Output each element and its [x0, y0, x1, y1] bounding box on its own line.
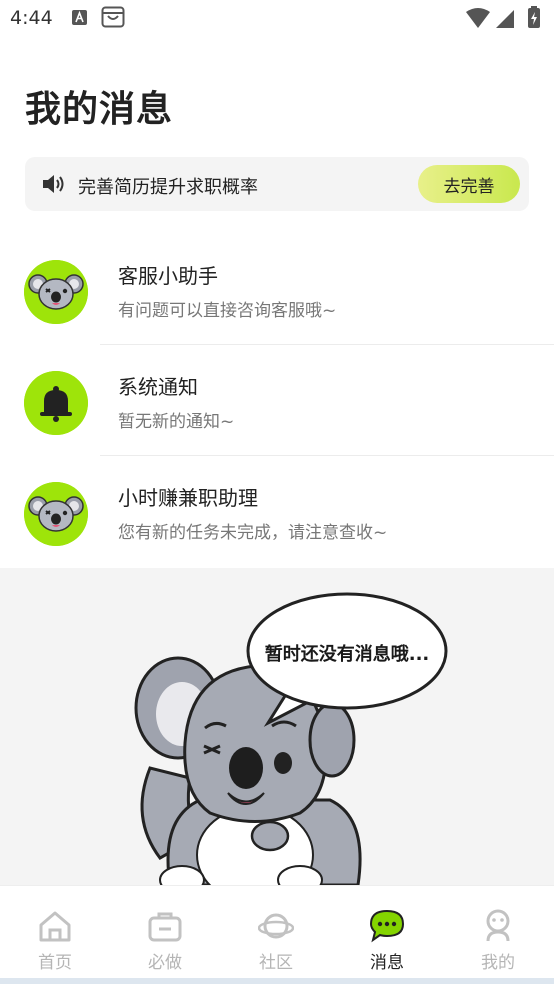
tab-community[interactable]: 社区: [221, 886, 331, 981]
message-item-system-notice[interactable]: 系统通知 暂无新的通知~: [0, 345, 554, 456]
status-bar: 4:44: [0, 0, 554, 38]
resume-banner: 完善简历提升求职概率 去完善: [25, 157, 529, 211]
signal-battery-icons: [466, 6, 540, 28]
planet-icon: [258, 913, 294, 939]
message-title: 系统通知: [118, 375, 198, 399]
message-title: 小时赚兼职助理: [118, 486, 258, 510]
tab-label: 社区: [259, 953, 293, 973]
bell-icon: [24, 371, 88, 435]
status-time: 4:44: [10, 7, 53, 29]
message-item-assistant[interactable]: 小时赚兼职助理 您有新的任务未完成，请注意查收~: [0, 456, 554, 567]
page-title: 我的消息: [25, 89, 174, 130]
tab-label: 消息: [370, 953, 404, 973]
message-preview: 暂无新的通知~: [118, 412, 235, 432]
accessibility-icon: [72, 10, 87, 25]
tab-label: 必做: [148, 953, 182, 973]
tab-messages[interactable]: 消息: [332, 886, 442, 981]
tab-must-do[interactable]: 必做: [110, 886, 220, 981]
speaker-icon: [43, 175, 64, 193]
briefcase-icon: [148, 912, 182, 942]
koala-icon: [24, 260, 88, 324]
banner-text: 完善简历提升求职概率: [78, 177, 258, 198]
empty-state-text: 暂时还没有消息哦...: [264, 644, 430, 665]
home-icon: [39, 911, 71, 942]
person-icon: [486, 909, 510, 942]
message-preview: 有问题可以直接咨询客服哦~: [118, 301, 337, 321]
system-nav-strip: [0, 978, 554, 984]
message-title: 客服小助手: [118, 264, 218, 288]
koala-illustration: [134, 592, 448, 885]
message-item-customer-service[interactable]: 客服小助手 有问题可以直接咨询客服哦~: [0, 234, 554, 345]
tab-label: 首页: [38, 953, 72, 973]
complete-resume-button[interactable]: 去完善: [418, 165, 520, 203]
tab-home[interactable]: 首页: [0, 886, 110, 981]
tab-label: 我的: [481, 953, 515, 973]
koala-icon: [24, 482, 88, 546]
shopping-bag-icon: [101, 6, 125, 28]
chat-icon: [369, 909, 405, 943]
tab-profile[interactable]: 我的: [443, 886, 553, 981]
message-list: 客服小助手 有问题可以直接咨询客服哦~ 系统通知 暂无新的通知~ 小时赚兼职助理…: [0, 234, 554, 567]
message-preview: 您有新的任务未完成，请注意查收~: [118, 523, 388, 543]
empty-state: 暂时还没有消息哦...: [0, 568, 554, 885]
bottom-tab-bar: 首页 必做 社区 消息 我的: [0, 885, 554, 985]
